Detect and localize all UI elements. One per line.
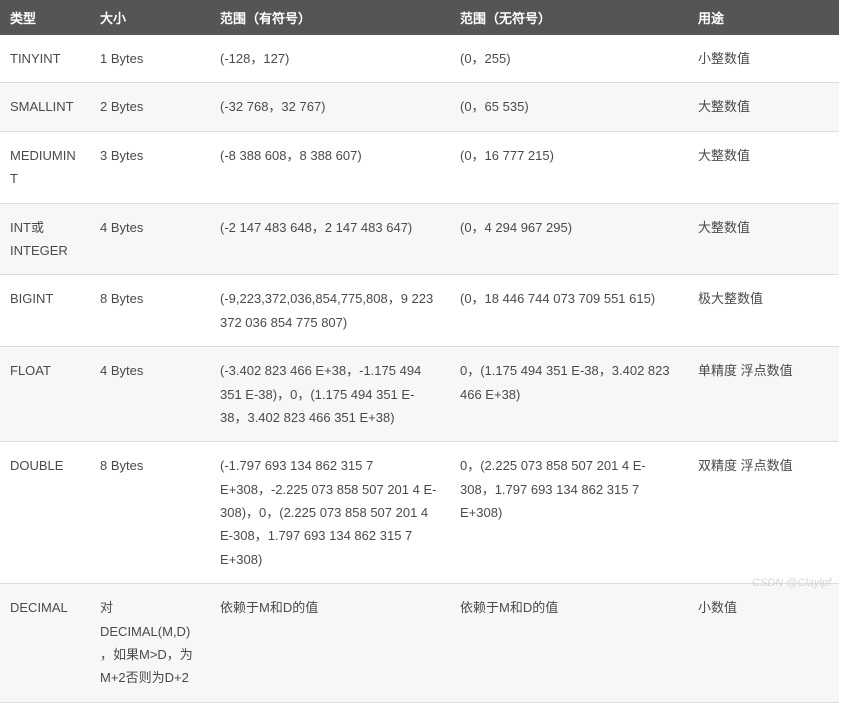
cell-use: 大整数值 — [688, 203, 839, 275]
cell-use: 大整数值 — [688, 83, 839, 131]
cell-unsigned: (0，65 535) — [450, 83, 688, 131]
cell-unsigned: (0，255) — [450, 35, 688, 83]
cell-signed: (-32 768，32 767) — [210, 83, 450, 131]
cell-size: 3 Bytes — [90, 131, 210, 203]
cell-unsigned: 0，(2.225 073 858 507 201 4 E-308，1.797 6… — [450, 442, 688, 584]
cell-use: 小整数值 — [688, 35, 839, 83]
cell-size: 4 Bytes — [90, 347, 210, 442]
cell-use: 极大整数值 — [688, 275, 839, 347]
cell-type: DOUBLE — [0, 442, 90, 584]
table-row: FLOAT 4 Bytes (-3.402 823 466 E+38，-1.17… — [0, 347, 839, 442]
header-size: 大小 — [90, 0, 210, 35]
cell-use: 大整数值 — [688, 131, 839, 203]
table-row: DOUBLE 8 Bytes (-1.797 693 134 862 315 7… — [0, 442, 839, 584]
cell-use: 小数值 — [688, 584, 839, 703]
cell-unsigned: (0，4 294 967 295) — [450, 203, 688, 275]
cell-size: 2 Bytes — [90, 83, 210, 131]
cell-type: MEDIUMINT — [0, 131, 90, 203]
cell-signed: (-2 147 483 648，2 147 483 647) — [210, 203, 450, 275]
cell-type: SMALLINT — [0, 83, 90, 131]
cell-signed: 依赖于M和D的值 — [210, 584, 450, 703]
table-row: BIGINT 8 Bytes (-9,223,372,036,854,775,8… — [0, 275, 839, 347]
table-row: DECIMAL 对DECIMAL(M,D) ，如果M>D，为M+2否则为D+2 … — [0, 584, 839, 703]
cell-type: INT或INTEGER — [0, 203, 90, 275]
header-signed: 范围（有符号） — [210, 0, 450, 35]
cell-signed: (-128，127) — [210, 35, 450, 83]
table-row: INT或INTEGER 4 Bytes (-2 147 483 648，2 14… — [0, 203, 839, 275]
cell-signed: (-9,223,372,036,854,775,808，9 223 372 03… — [210, 275, 450, 347]
table-row: SMALLINT 2 Bytes (-32 768，32 767) (0，65 … — [0, 83, 839, 131]
cell-size: 1 Bytes — [90, 35, 210, 83]
cell-signed: (-3.402 823 466 E+38，-1.175 494 351 E-38… — [210, 347, 450, 442]
cell-use: 双精度 浮点数值 — [688, 442, 839, 584]
cell-unsigned: 0，(1.175 494 351 E-38，3.402 823 466 E+38… — [450, 347, 688, 442]
cell-type: TINYINT — [0, 35, 90, 83]
cell-signed: (-1.797 693 134 862 315 7 E+308，-2.225 0… — [210, 442, 450, 584]
cell-size: 4 Bytes — [90, 203, 210, 275]
cell-unsigned: (0，16 777 215) — [450, 131, 688, 203]
cell-signed: (-8 388 608，8 388 607) — [210, 131, 450, 203]
cell-size: 8 Bytes — [90, 442, 210, 584]
table-row: MEDIUMINT 3 Bytes (-8 388 608，8 388 607)… — [0, 131, 839, 203]
table-row: TINYINT 1 Bytes (-128，127) (0，255) 小整数值 — [0, 35, 839, 83]
cell-unsigned: (0，18 446 744 073 709 551 615) — [450, 275, 688, 347]
cell-type: DECIMAL — [0, 584, 90, 703]
header-unsigned: 范围（无符号） — [450, 0, 688, 35]
cell-use: 单精度 浮点数值 — [688, 347, 839, 442]
cell-size: 对DECIMAL(M,D) ，如果M>D，为M+2否则为D+2 — [90, 584, 210, 703]
watermark-text: CSDN @Claylpf — [752, 577, 831, 589]
cell-type: BIGINT — [0, 275, 90, 347]
cell-unsigned: 依赖于M和D的值 — [450, 584, 688, 703]
header-type: 类型 — [0, 0, 90, 35]
header-use: 用途 — [688, 0, 839, 35]
cell-size: 8 Bytes — [90, 275, 210, 347]
datatype-table: 类型 大小 范围（有符号） 范围（无符号） 用途 TINYINT 1 Bytes… — [0, 0, 839, 703]
cell-type: FLOAT — [0, 347, 90, 442]
table-header-row: 类型 大小 范围（有符号） 范围（无符号） 用途 — [0, 0, 839, 35]
